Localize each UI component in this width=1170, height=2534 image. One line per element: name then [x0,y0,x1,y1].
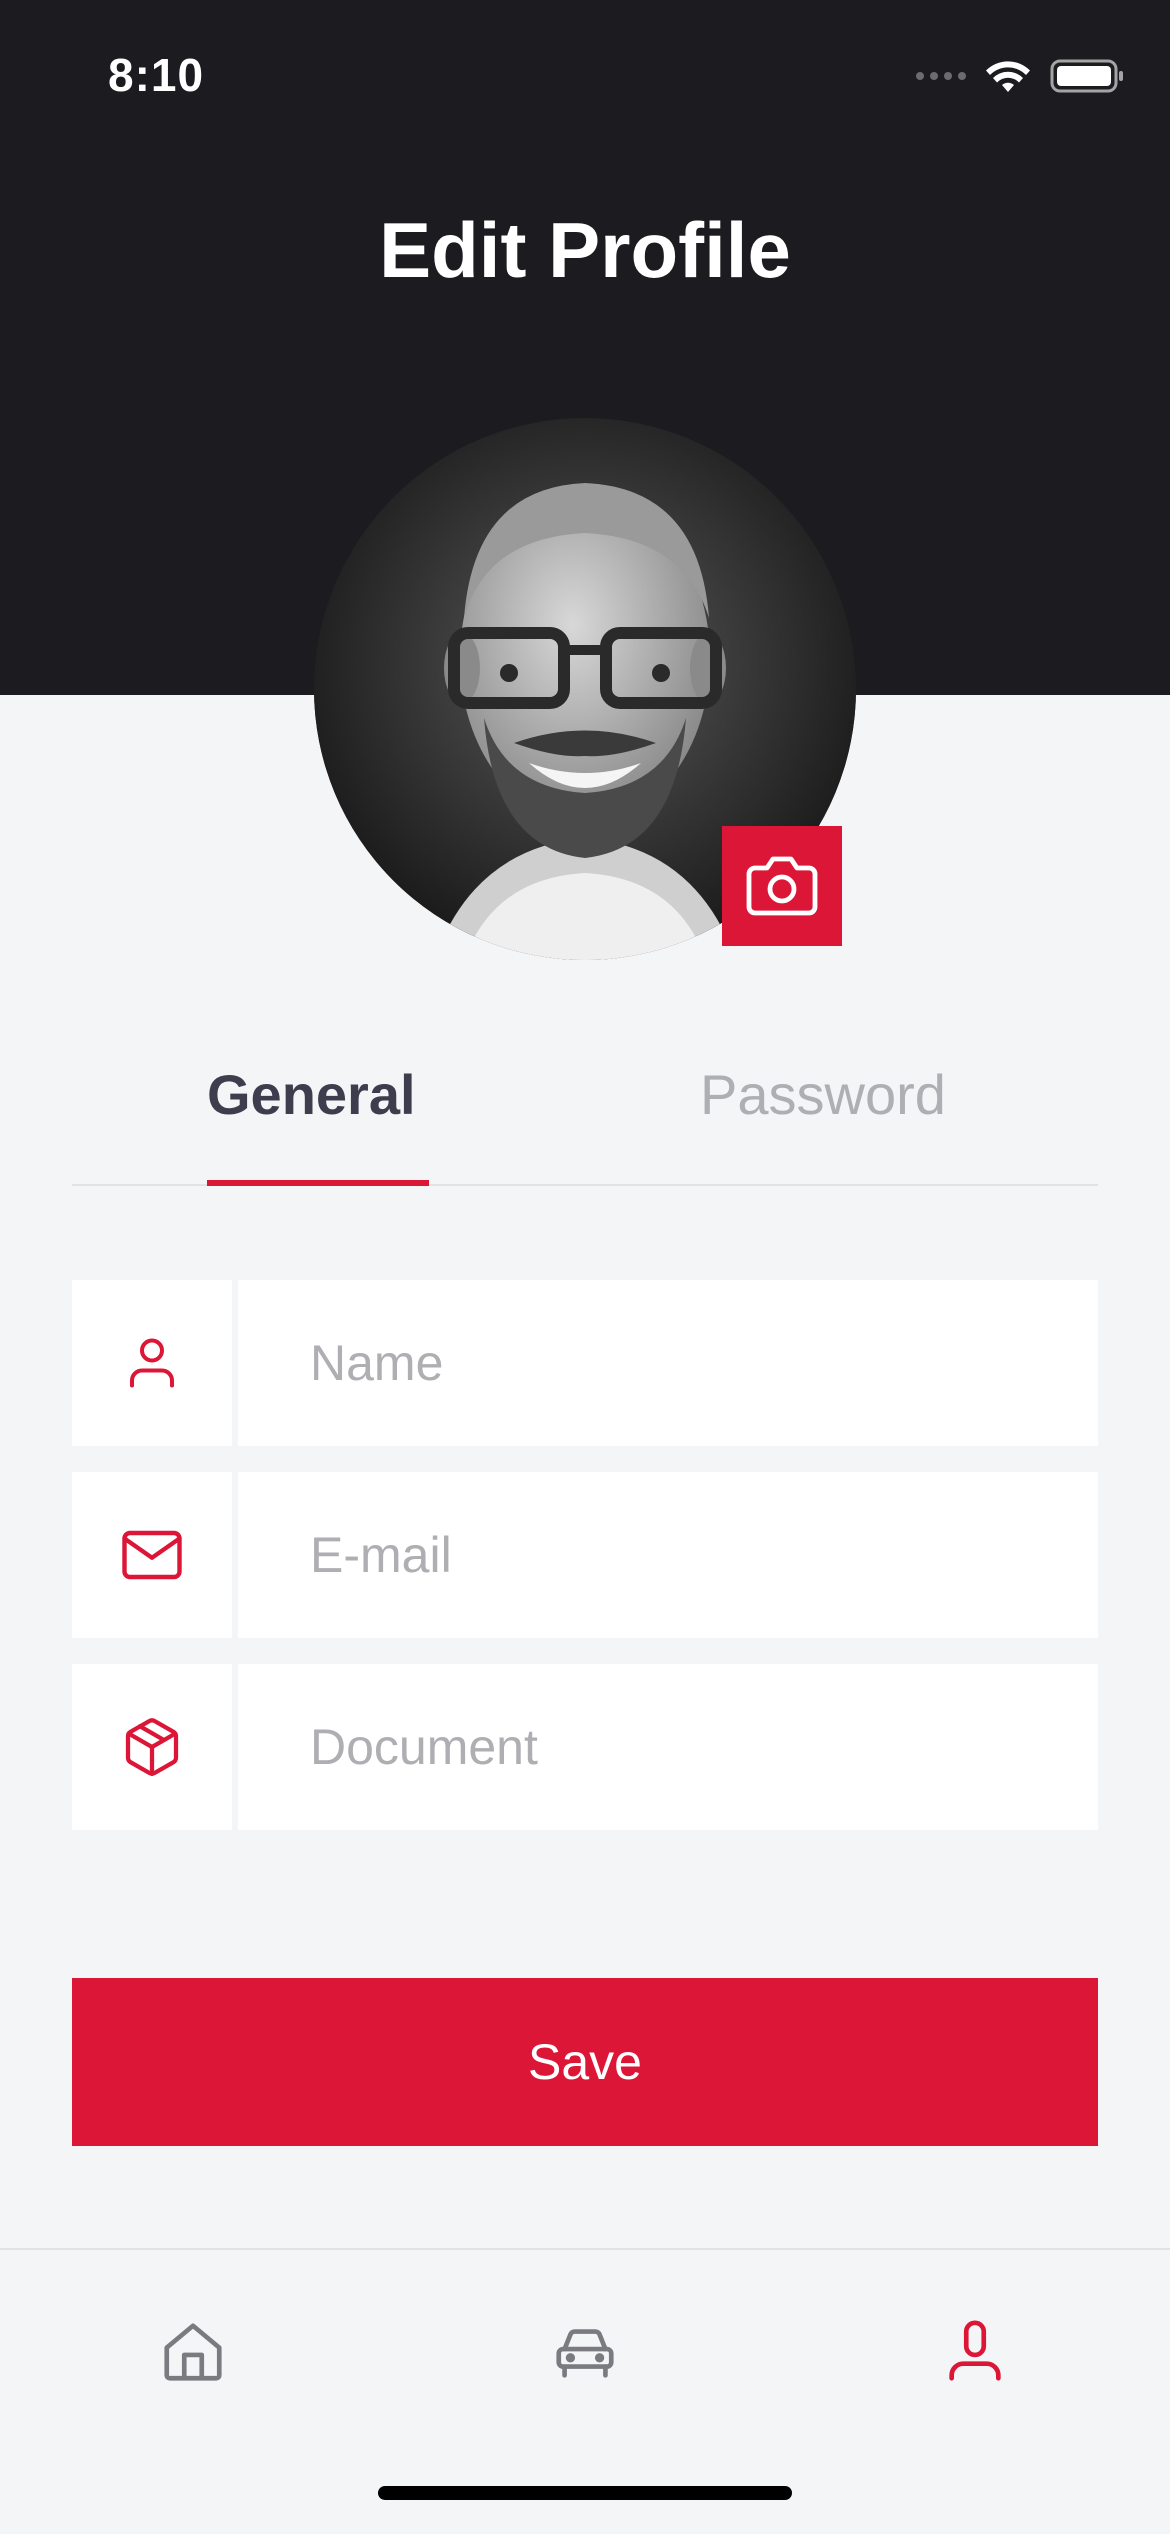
document-field-row [72,1664,1098,1830]
home-icon [164,2323,222,2381]
camera-icon [746,856,818,916]
home-indicator [378,2486,792,2500]
active-tab-indicator [207,1180,429,1186]
tab-general[interactable]: General [207,1062,416,1127]
car-icon [556,2329,614,2378]
name-field-icon-box [72,1280,232,1446]
user-icon [949,2320,1001,2381]
mail-icon [122,1530,182,1580]
name-field-row [72,1280,1098,1446]
document-field-icon-box [72,1664,232,1830]
document-input[interactable] [238,1664,1098,1830]
avatar-container [314,418,856,960]
status-icons [916,52,1126,100]
tab-password[interactable]: Password [700,1062,946,1127]
box-icon [125,1718,179,1777]
profile-tabs: General Password [72,1040,1098,1186]
save-button[interactable]: Save [72,1978,1098,2146]
user-icon [130,1338,174,1388]
change-photo-button[interactable] [722,826,842,946]
email-input[interactable] [238,1472,1098,1638]
name-input[interactable] [238,1280,1098,1446]
wifi-icon [986,61,1030,92]
nav-cars[interactable] [545,2312,625,2392]
email-field-icon-box [72,1472,232,1638]
nav-profile[interactable] [935,2312,1015,2392]
email-field-row [72,1472,1098,1638]
cellular-signal-icon [916,72,966,80]
page-title: Edit Profile [379,206,791,294]
status-time: 8:10 [108,49,205,101]
nav-home[interactable] [153,2312,233,2392]
battery-icon [1050,59,1123,93]
